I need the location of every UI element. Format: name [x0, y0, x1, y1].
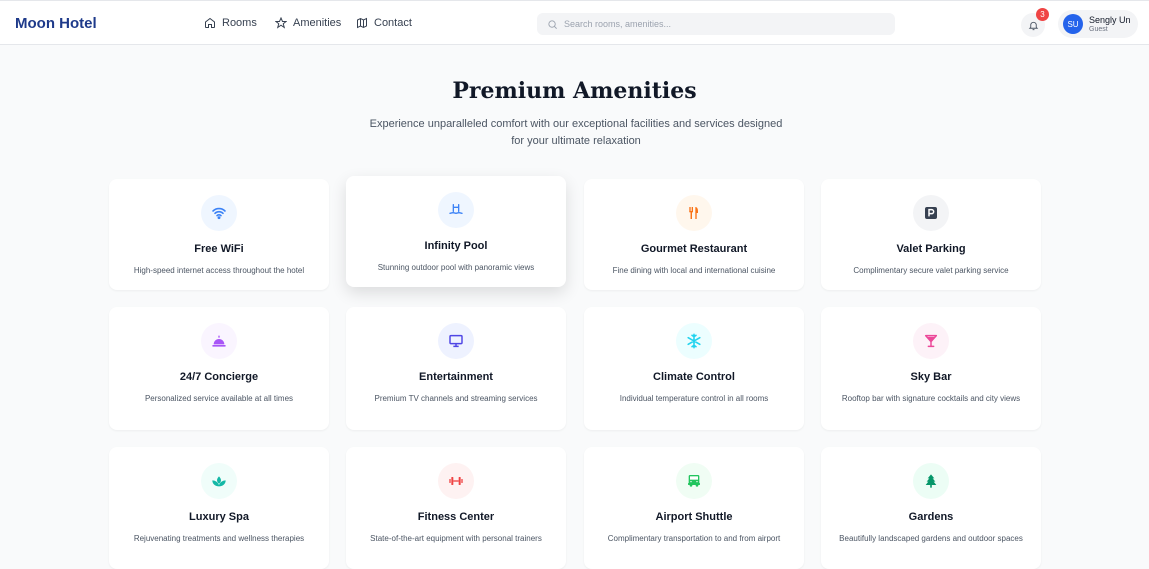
dumbbell-icon	[449, 477, 463, 485]
home-icon	[205, 17, 215, 28]
amenity-title: Climate Control	[653, 371, 735, 383]
amenity-card-gardens[interactable]: Gardens Beautifully landscaped gardens a…	[821, 447, 1041, 569]
amenity-card-parking[interactable]: Valet Parking Complimentary secure valet…	[821, 179, 1041, 290]
amenity-desc: Beautifully landscaped gardens and outdo…	[839, 534, 1023, 543]
amenity-card-entertainment[interactable]: Entertainment Premium TV channels and st…	[346, 307, 566, 430]
amenity-icon-wrap	[438, 192, 474, 228]
amenity-icon-wrap	[201, 323, 237, 359]
amenity-card-concierge[interactable]: 24/7 Concierge Personalized service avai…	[109, 307, 329, 430]
nav-rooms[interactable]: Rooms	[204, 17, 257, 29]
shuttle-icon	[688, 475, 700, 487]
amenity-icon-wrap	[676, 463, 712, 499]
nav-contact[interactable]: Contact	[356, 17, 412, 29]
amenity-desc: Complimentary transportation to and from…	[607, 534, 781, 543]
amenity-card-shuttle[interactable]: Airport Shuttle Complimentary transporta…	[584, 447, 804, 569]
amenity-desc: Complimentary secure valet parking servi…	[853, 266, 1009, 275]
snowflake-icon	[687, 333, 701, 349]
amenity-card-skybar[interactable]: Sky Bar Rooftop bar with signature cockt…	[821, 307, 1041, 430]
nav-contact-label: Contact	[374, 17, 412, 29]
amenity-title: Airport Shuttle	[655, 511, 733, 523]
amenity-card-restaurant[interactable]: Gourmet Restaurant Fine dining with loca…	[584, 179, 804, 290]
amenity-desc: Personalized service available at all ti…	[144, 394, 294, 403]
bell-icon	[1028, 21, 1038, 30]
search-input[interactable]	[564, 19, 884, 29]
parking-icon	[925, 207, 937, 219]
amenity-card-climate[interactable]: Climate Control Individual temperature c…	[584, 307, 804, 430]
avatar: SU	[1063, 14, 1083, 34]
amenity-desc: Premium TV channels and streaming servic…	[374, 394, 538, 403]
nav-amenities-label: Amenities	[293, 17, 342, 29]
tv-icon	[449, 334, 463, 348]
search-icon	[548, 19, 557, 29]
amenity-desc: Individual temperature control in all ro…	[619, 394, 769, 403]
amenity-title: Entertainment	[419, 371, 493, 383]
amenity-desc: Rejuvenating treatments and wellness the…	[133, 534, 305, 543]
amenity-title: Free WiFi	[194, 243, 244, 255]
amenity-icon-wrap	[201, 195, 237, 231]
cocktail-icon	[924, 334, 938, 348]
concierge-bell-icon	[212, 335, 226, 347]
tree-icon	[925, 474, 937, 488]
wifi-icon	[212, 207, 226, 220]
amenity-card-fitness[interactable]: Fitness Center State-of-the-art equipmen…	[346, 447, 566, 569]
top-navbar: Moon Hotel Rooms Amenities Contact 3 SU …	[0, 0, 1149, 45]
page-subtitle: Experience unparalleled comfort with our…	[369, 118, 783, 147]
amenity-title: Luxury Spa	[189, 511, 249, 523]
amenity-title: Valet Parking	[896, 243, 966, 255]
amenity-card-pool[interactable]: Infinity Pool Stunning outdoor pool with…	[346, 176, 566, 287]
search-bar[interactable]	[537, 13, 895, 35]
star-icon	[275, 17, 287, 29]
amenity-icon-wrap	[676, 323, 712, 359]
amenity-icon-wrap	[913, 195, 949, 231]
amenity-icon-wrap	[201, 463, 237, 499]
amenity-desc: High-speed internet access throughout th…	[133, 266, 305, 275]
pool-icon	[449, 204, 463, 215]
user-role: Guest	[1089, 25, 1108, 33]
amenity-title: Fitness Center	[417, 511, 495, 523]
amenity-desc: Rooftop bar with signature cocktails and…	[841, 394, 1021, 403]
amenity-title: Sky Bar	[910, 371, 952, 383]
amenity-card-wifi[interactable]: Free WiFi High-speed internet access thr…	[109, 179, 329, 290]
user-menu[interactable]: SU Sengly Un Guest	[1058, 10, 1138, 38]
spa-icon	[212, 476, 226, 487]
notification-badge: 3	[1036, 8, 1049, 21]
amenity-icon-wrap	[913, 323, 949, 359]
amenity-title: 24/7 Concierge	[179, 371, 259, 383]
map-icon	[357, 17, 367, 29]
user-name: Sengly Un	[1089, 14, 1131, 25]
amenity-card-spa[interactable]: Luxury Spa Rejuvenating treatments and w…	[109, 447, 329, 569]
amenity-desc: State-of-the-art equipment with personal…	[370, 534, 542, 543]
nav-rooms-label: Rooms	[222, 17, 257, 29]
brand-logo[interactable]: Moon Hotel	[15, 15, 97, 32]
amenity-icon-wrap	[913, 463, 949, 499]
utensils-icon	[689, 207, 698, 219]
amenity-icon-wrap	[438, 323, 474, 359]
amenity-title: Infinity Pool	[424, 240, 488, 252]
nav-amenities[interactable]: Amenities	[275, 17, 341, 29]
amenity-title: Gourmet Restaurant	[640, 243, 748, 255]
amenity-title: Gardens	[908, 511, 954, 523]
amenity-desc: Stunning outdoor pool with panoramic vie…	[377, 263, 535, 272]
amenity-icon-wrap	[438, 463, 474, 499]
page-title: Premium Amenities	[452, 78, 697, 104]
amenity-icon-wrap	[676, 195, 712, 231]
amenity-desc: Fine dining with local and international…	[612, 266, 776, 275]
